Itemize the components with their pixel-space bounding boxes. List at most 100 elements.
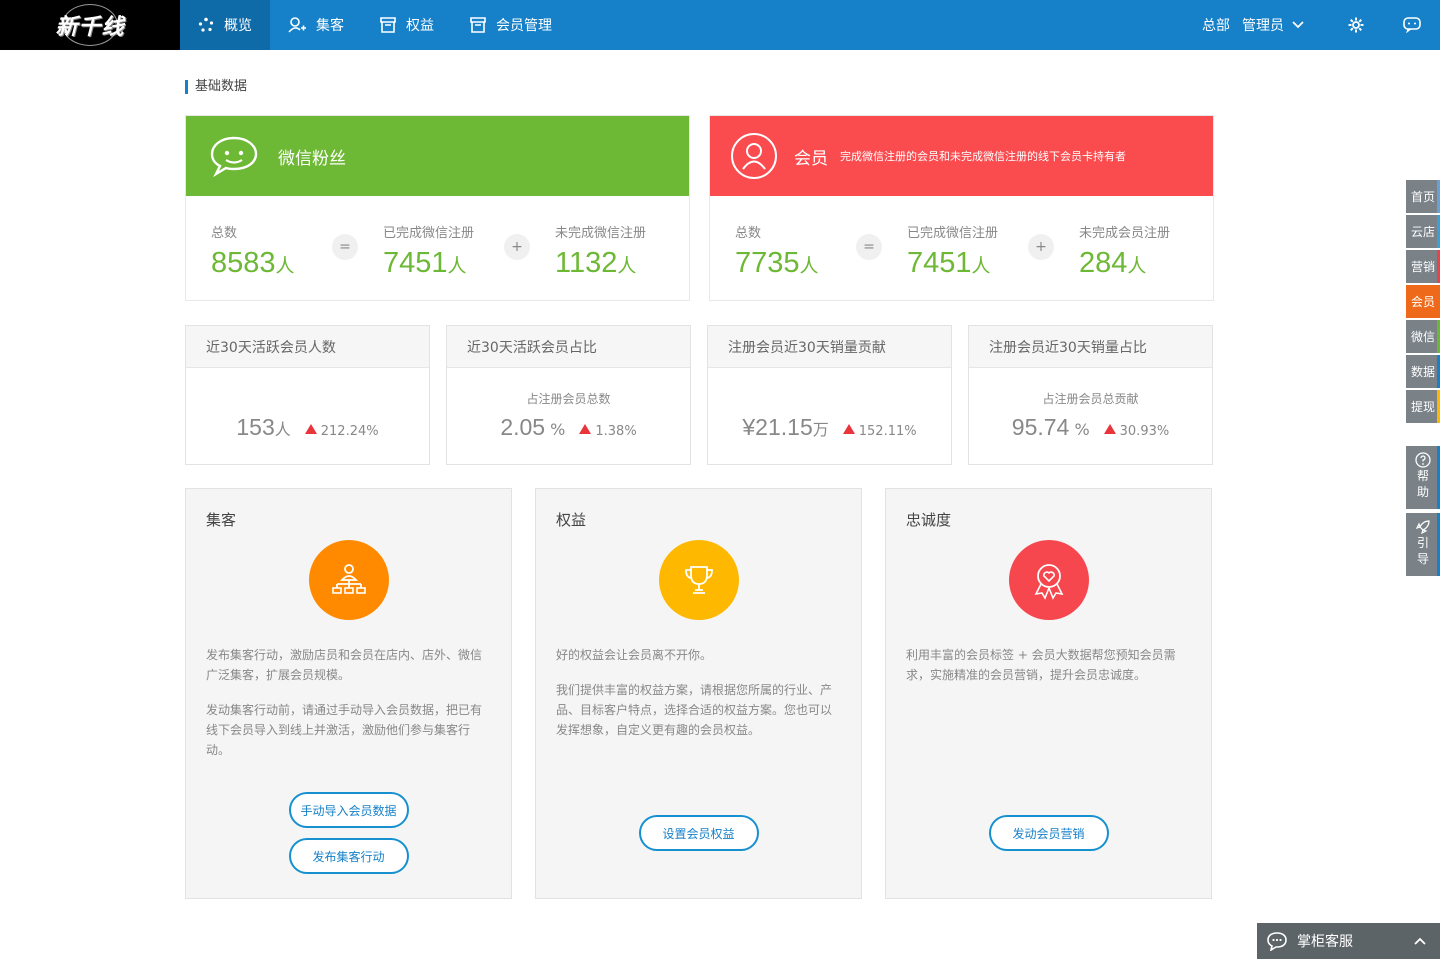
metric-title: 注册会员近30天销量占比 (969, 326, 1212, 368)
customer-service-bar[interactable]: 掌柜客服 (1257, 923, 1440, 959)
nav-label: 集客 (316, 18, 344, 34)
customer-service-label: 掌柜客服 (1297, 934, 1353, 950)
side-help-button[interactable]: 帮 助 (1406, 446, 1440, 509)
set-member-rights-button[interactable]: 设置会员权益 (638, 815, 759, 851)
metric-title: 近30天活跃会员人数 (186, 326, 429, 368)
feature-title: 集客 (206, 511, 237, 529)
stat-value: 1132人 (555, 247, 637, 279)
feature-card-collect: 集客 发布集客行动，激励店员和会员在店内、店外、微信广泛集客，扩展会员规模。 发… (185, 488, 512, 899)
publish-collect-action-button[interactable]: 发布集客行动 (288, 838, 409, 874)
up-triangle-icon (304, 424, 317, 434)
side-nav-wechat[interactable]: 微信 (1406, 320, 1440, 353)
gear-icon (1348, 17, 1364, 33)
stat-label: 已完成微信注册 (383, 226, 475, 241)
user-menu[interactable]: 管理员 (1242, 15, 1304, 35)
chat-bubbles-icon (1267, 932, 1287, 951)
member-card-subtitle: 完成微信注册的会员和未完成微信注册的线下会员卡持有者 (840, 150, 1126, 163)
side-nav-home[interactable]: 首页 (1406, 180, 1440, 213)
metric-value: ¥21.15 (742, 414, 813, 440)
metric-change: 212.24% (320, 424, 379, 439)
member-card-body: 总数 7735人 = 已完成微信注册 7451人 + 未完成会员注册 284人 (710, 196, 1213, 300)
metric-card-active-ratio: 近30天活跃会员占比 占注册会员总数 2.05 % 1.38% (446, 325, 691, 465)
metric-card-sales-ratio: 注册会员近30天销量占比 占注册会员总贡献 95.74 % 30.93% (968, 325, 1213, 465)
side-tool-char: 导 (1416, 552, 1429, 566)
nav-label: 概览 (224, 18, 252, 34)
metric-value-row: ¥21.15万 152.11% (708, 414, 951, 441)
side-tool-char: 帮 (1416, 469, 1429, 483)
stat-label: 已完成微信注册 (907, 226, 999, 241)
side-nav-data[interactable]: 数据 (1406, 355, 1440, 388)
nav-item-member-management[interactable]: 会员管理 (452, 0, 570, 50)
add-user-icon (288, 17, 306, 33)
side-nav-withdraw[interactable]: 提现 (1406, 390, 1440, 423)
nav-label: 会员管理 (496, 18, 552, 34)
metric-card-sales-contribution: 注册会员近30天销量贡献 ¥21.15万 152.11% (707, 325, 952, 465)
metric-change: 1.38% (595, 424, 637, 439)
metric-unit: % (550, 420, 566, 439)
wechat-chat-icon (210, 136, 258, 177)
wechat-registered: 已完成微信注册 7451人 (383, 222, 474, 280)
main-nav: 概览 集客 权益 会员管理 (180, 0, 570, 50)
member-card-header: 会员 完成微信注册的会员和未完成微信注册的线下会员卡持有者 (710, 116, 1213, 196)
feature-title: 忠诚度 (906, 511, 952, 529)
nav-item-rights[interactable]: 权益 (362, 0, 452, 50)
up-triangle-icon (1103, 424, 1116, 434)
stat-label: 总数 (735, 226, 762, 241)
stat-label: 未完成会员注册 (1079, 226, 1171, 241)
nav-label: 权益 (406, 18, 434, 34)
metric-value-row: 2.05 % 1.38% (447, 414, 690, 441)
metric-unit: % (1074, 420, 1090, 439)
member-total: 总数 7735人 (735, 222, 819, 280)
member-card-title: 会员 (794, 148, 828, 169)
feature-paragraph: 利用丰富的会员标签 + 会员大数据帮您预知会员需求，实施精准的会员营销，提升会员… (906, 648, 1176, 682)
side-nav-cloud-store[interactable]: 云店 (1406, 215, 1440, 248)
help-icon (1415, 452, 1431, 468)
metric-value-row: 95.74 % 30.93% (969, 414, 1212, 441)
plus-sign: + (1028, 234, 1054, 260)
side-guide-button[interactable]: 引 导 (1406, 513, 1440, 576)
chevron-up-icon (1414, 937, 1426, 945)
feature-paragraph: 发布集客行动，激励店员和会员在店内、店外、微信广泛集客，扩展会员规模。 (206, 648, 483, 682)
brand-logo[interactable]: 新千线 (0, 0, 180, 50)
trophy-icon (659, 540, 739, 620)
launch-member-marketing-button[interactable]: 发动会员营销 (988, 815, 1109, 851)
section-title: 基础数据 (185, 80, 247, 94)
wechat-card-body: 总数 8583人 = 已完成微信注册 7451人 + 未完成微信注册 1132人 (186, 196, 689, 300)
feature-paragraph: 我们提供丰富的权益方案，请根据您所属的行业、产品、目标客户特点，选择合适的权益方… (556, 683, 833, 737)
nav-item-collect[interactable]: 集客 (270, 0, 362, 50)
wechat-card-title: 微信粉丝 (278, 148, 346, 169)
stat-value: 7451人 (383, 247, 467, 279)
feature-description: 好的权益会让会员离不开你。 我们提供丰富的权益方案，请根据您所属的行业、产品、目… (556, 645, 841, 755)
metric-value: 153 (236, 414, 275, 440)
overview-icon (198, 17, 214, 32)
metric-change: 30.93% (1119, 424, 1170, 439)
feature-paragraph: 好的权益会让会员离不开你。 (556, 648, 713, 662)
feature-title: 权益 (556, 511, 587, 529)
member-card: 会员 完成微信注册的会员和未完成微信注册的线下会员卡持有者 总数 7735人 =… (709, 115, 1214, 301)
equals-sign: = (856, 234, 882, 260)
wechat-unregistered: 未完成微信注册 1132人 (555, 222, 646, 280)
feature-description: 利用丰富的会员标签 + 会员大数据帮您预知会员需求，实施精准的会员营销，提升会员… (906, 645, 1191, 700)
message-button[interactable] (1384, 0, 1440, 50)
metric-subtitle: 占注册会员总数 (526, 392, 611, 406)
settings-button[interactable] (1328, 0, 1384, 50)
import-member-data-button[interactable]: 手动导入会员数据 (288, 792, 409, 828)
side-tool-char: 引 (1416, 536, 1429, 550)
stat-value: 7451人 (907, 247, 991, 279)
top-right-area: 总部 管理员 (1202, 0, 1440, 50)
feature-card-rights: 权益 好的权益会让会员离不开你。 我们提供丰富的权益方案，请根据您所属的行业、产… (535, 488, 862, 899)
metric-subtitle: 占注册会员总贡献 (1042, 392, 1139, 406)
stat-label: 未完成微信注册 (555, 226, 647, 241)
side-nav-member[interactable]: 会员 (1406, 285, 1440, 318)
up-triangle-icon (842, 424, 855, 434)
side-nav-marketing[interactable]: 营销 (1406, 250, 1440, 283)
feature-card-loyalty: 忠诚度 利用丰富的会员标签 + 会员大数据帮您预知会员需求，实施精准的会员营销，… (885, 488, 1212, 899)
nav-item-overview[interactable]: 概览 (180, 0, 270, 50)
org-label: 总部 (1202, 18, 1230, 34)
stat-value: 8583人 (211, 247, 295, 279)
user-name: 管理员 (1242, 18, 1284, 34)
metric-unit: 万 (812, 420, 829, 439)
store-icon (380, 17, 396, 33)
side-quick-nav: 首页 云店 营销 会员 微信 数据 提现 (1406, 180, 1440, 425)
wechat-card-header: 微信粉丝 (186, 116, 689, 196)
